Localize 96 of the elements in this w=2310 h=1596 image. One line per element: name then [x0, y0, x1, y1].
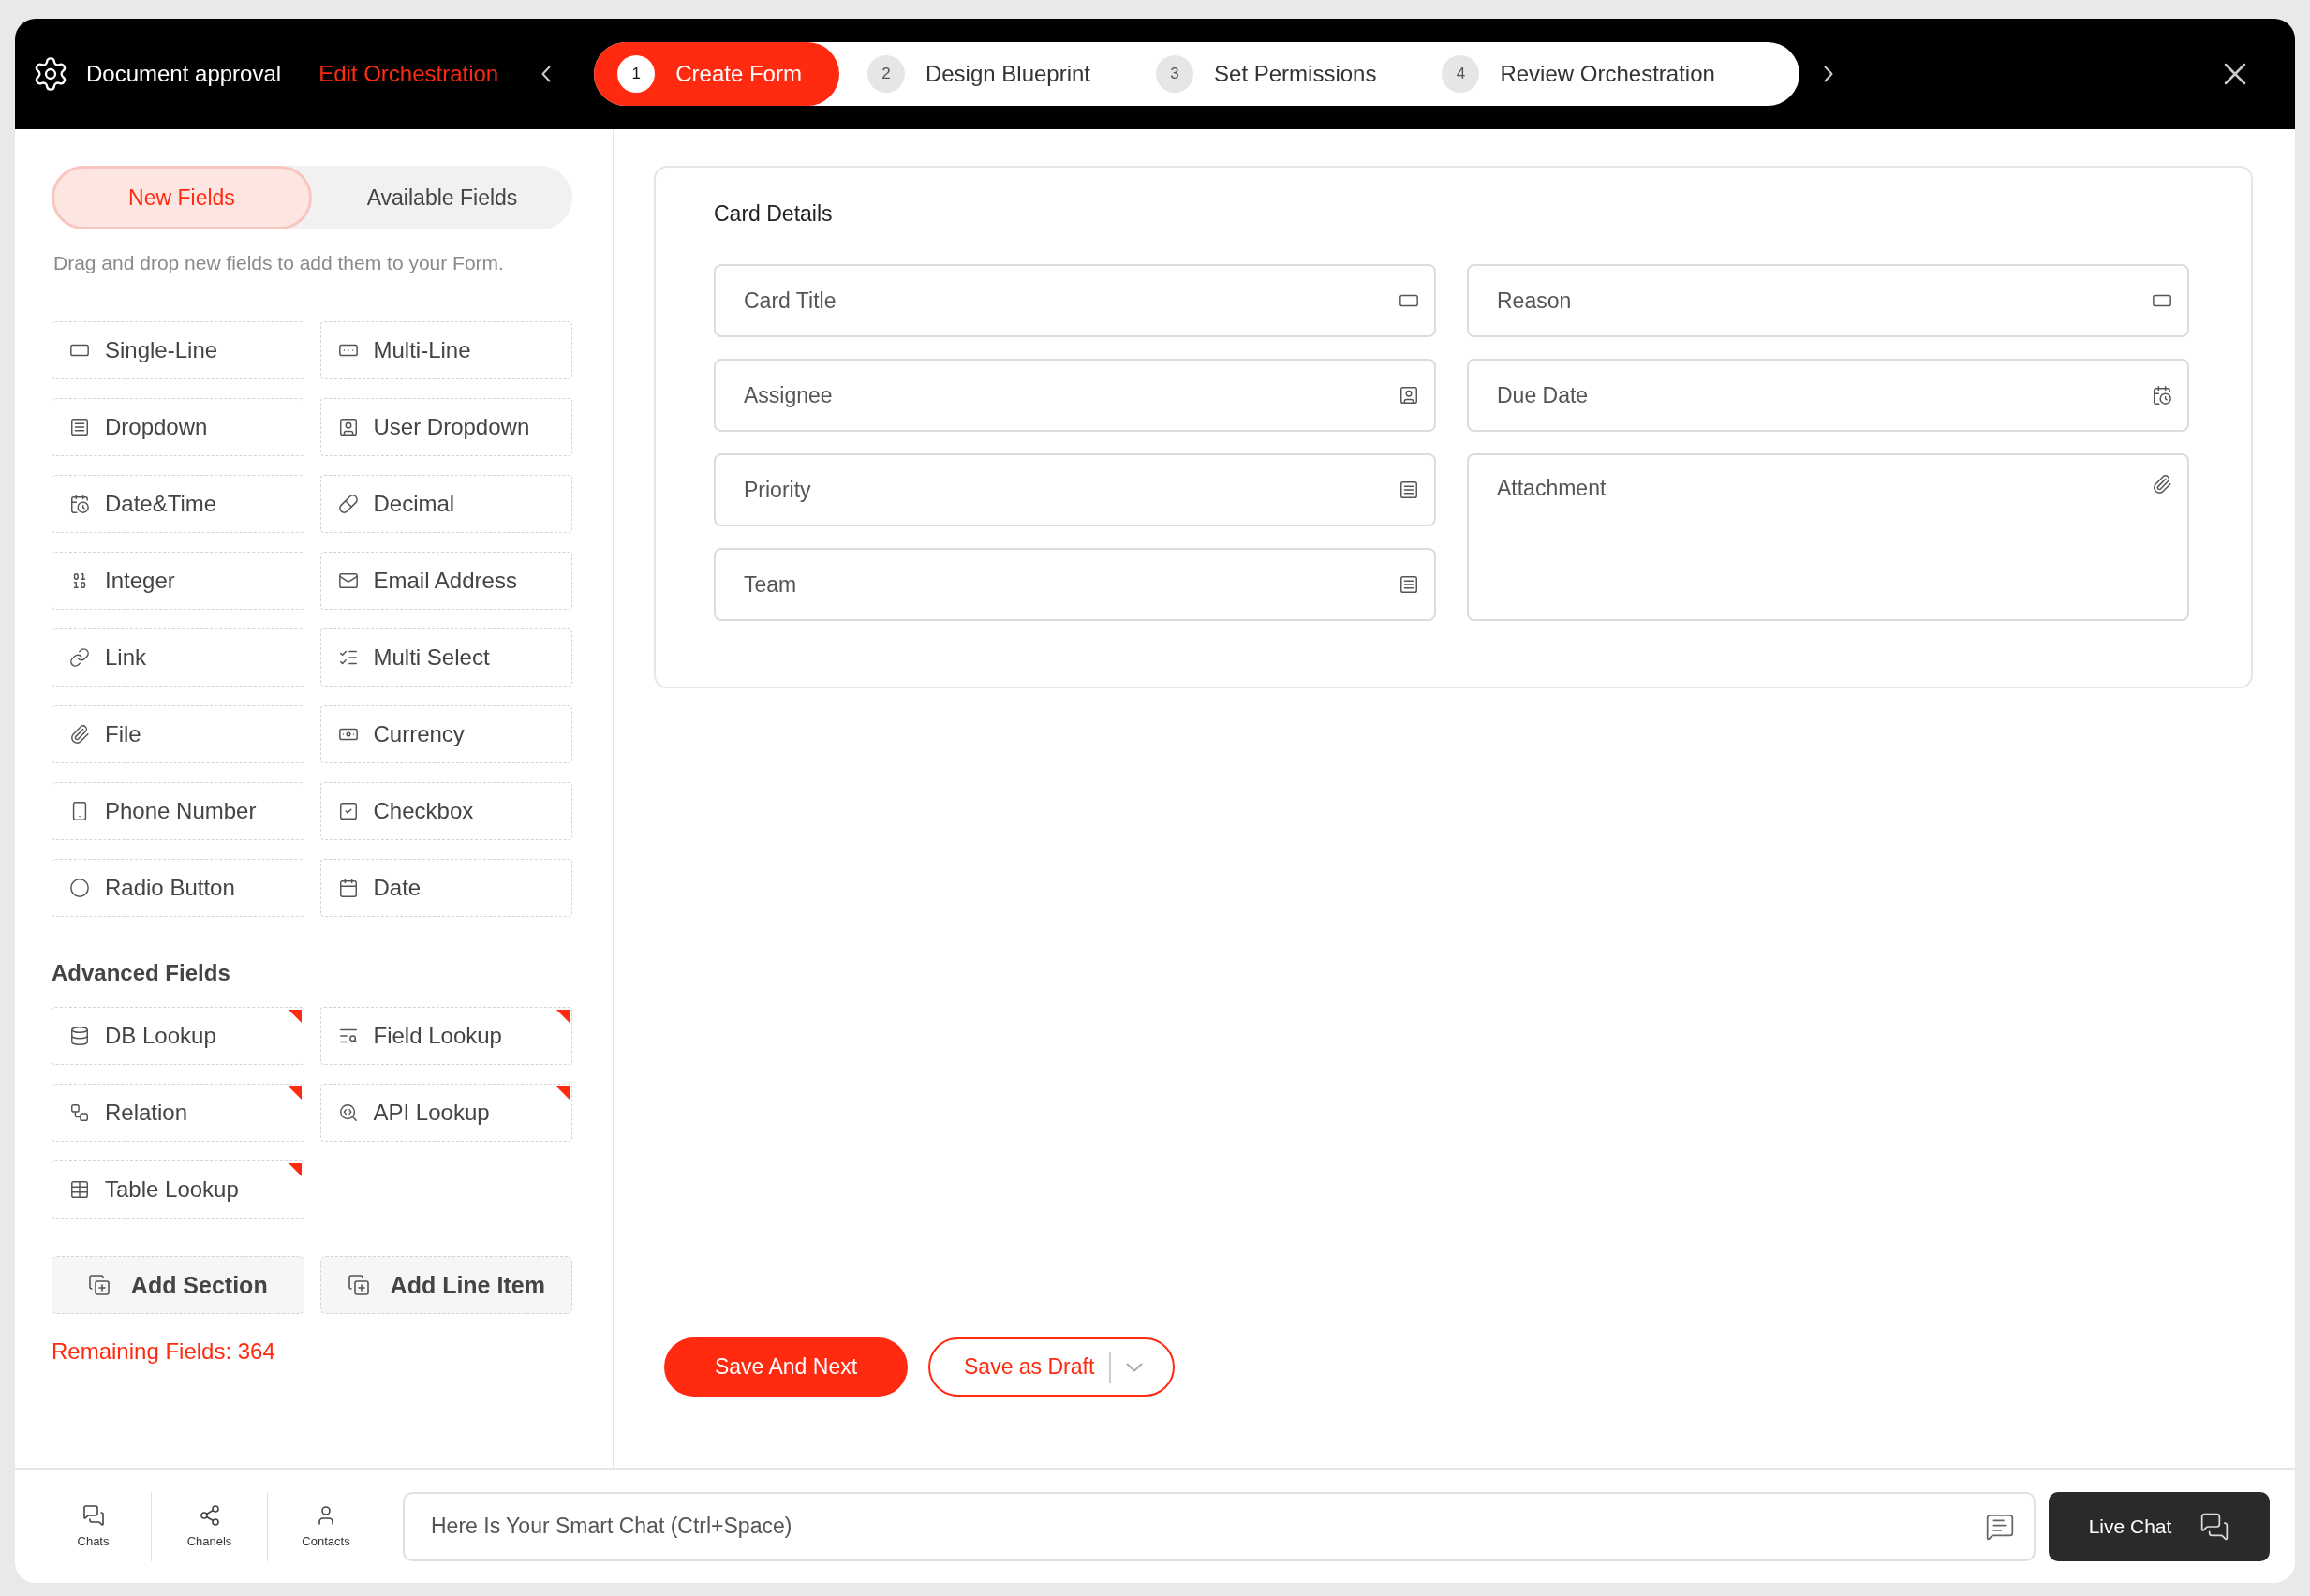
dropdown-list-icon	[1399, 574, 1419, 595]
remaining-fields-text: Remaining Fields: 364	[52, 1338, 276, 1365]
share-nodes-icon	[198, 1504, 221, 1527]
step-tab[interactable]: 2 Design Blueprint	[866, 42, 1129, 106]
user-card-icon	[1399, 385, 1419, 406]
add-button[interactable]: Add Section	[52, 1256, 304, 1314]
field-type-item[interactable]: Field Lookup	[319, 1007, 572, 1065]
field-type-item[interactable]: Table Lookup	[52, 1160, 304, 1219]
field-type-label: Date	[373, 875, 422, 901]
checkbox-icon	[337, 801, 359, 821]
field-type-item[interactable]: DB Lookup	[52, 1007, 304, 1065]
field-type-label: Table Lookup	[105, 1176, 239, 1203]
field-type-label: DB Lookup	[105, 1023, 216, 1049]
live-chat-button[interactable]: Live Chat	[2049, 1491, 2270, 1561]
field-type-item[interactable]: File	[52, 705, 304, 763]
edit-orchestration-link[interactable]: Edit Orchestration	[318, 61, 499, 87]
field-type-label: API Lookup	[373, 1100, 490, 1126]
field-type-label: User Dropdown	[373, 414, 530, 440]
field-type-label: Decimal	[373, 491, 455, 517]
calendar-clock-icon	[69, 494, 90, 514]
calendar-clock-icon	[2152, 385, 2172, 406]
database-icon	[69, 1026, 90, 1046]
save-as-draft-button[interactable]: Save as Draft	[928, 1337, 1175, 1396]
section-heading: Advanced Fields	[52, 960, 231, 986]
field-type-item[interactable]: Integer	[52, 552, 304, 610]
field-type-label: Relation	[105, 1100, 188, 1126]
add-copy-icon	[87, 1274, 111, 1296]
dropdown-list-icon	[69, 417, 90, 437]
envelope-icon	[337, 570, 359, 591]
field-type-label: Integer	[105, 568, 175, 594]
form-field[interactable]: Team	[714, 548, 1436, 621]
field-type-item[interactable]: Dropdown	[52, 398, 304, 456]
calendar-icon	[337, 878, 359, 898]
user-card-icon	[337, 417, 359, 437]
radio-circle-icon	[69, 878, 90, 898]
field-type-label: Currency	[373, 721, 465, 747]
smart-chat-field[interactable]: Here Is Your Smart Chat (Ctrl+Space)	[403, 1491, 2036, 1561]
chevron-right-icon	[1823, 66, 1833, 82]
field-type-item[interactable]: Multi-Line	[319, 321, 572, 379]
field-type-item[interactable]: Relation	[52, 1084, 304, 1142]
step-tab[interactable]: 4 Review Orchestration	[1442, 42, 1753, 106]
field-type-item[interactable]: Single-Line	[52, 321, 304, 379]
field-type-label: Radio Button	[105, 875, 235, 901]
chat-bubbles-icon	[2199, 1511, 2230, 1542]
add-button[interactable]: Add Line Item	[319, 1256, 572, 1314]
field-type-label: Multi Select	[373, 644, 490, 671]
capsule-icon	[337, 494, 359, 514]
field-type-item[interactable]: Email Address	[319, 552, 572, 610]
field-type-item[interactable]: Date&Time	[52, 475, 304, 533]
field-type-item[interactable]: Currency	[319, 705, 572, 763]
dropdown-list-icon	[1399, 480, 1419, 500]
field-type-label: Link	[105, 644, 147, 671]
field-type-item[interactable]: Checkbox	[319, 782, 572, 840]
table-icon	[69, 1179, 90, 1200]
field-type-label: File	[105, 721, 141, 747]
field-type-label: Date&Time	[105, 491, 217, 517]
form-field[interactable]: Priority	[714, 453, 1436, 526]
field-type-label: Email Address	[373, 568, 517, 594]
field-type-label: Single-Line	[105, 337, 218, 363]
relation-icon	[69, 1102, 90, 1123]
form-field[interactable]: Attachment	[1467, 453, 2189, 621]
link-icon	[69, 647, 90, 668]
bottom-nav-item[interactable]: Chanels	[152, 1491, 268, 1561]
card-title: Card Details	[714, 201, 834, 227]
field-type-item[interactable]: Radio Button	[52, 859, 304, 917]
form-field[interactable]: Assignee	[714, 359, 1436, 432]
field-type-item[interactable]: Link	[52, 628, 304, 687]
fields-tab[interactable]: Available Fields	[312, 166, 572, 229]
caret-icon	[1126, 1362, 1144, 1372]
step-tab[interactable]: 1 Create Form	[594, 42, 839, 106]
step-tab[interactable]: 3 Set Permissions	[1156, 42, 1414, 106]
bottom-nav-item[interactable]: Chats	[36, 1491, 152, 1561]
code-search-icon	[337, 1102, 359, 1123]
field-type-label: Checkbox	[373, 798, 474, 824]
field-type-label: Field Lookup	[373, 1023, 502, 1049]
save-and-next-button[interactable]: Save And Next	[664, 1337, 908, 1396]
hint-text: Drag and drop new fields to add them to your Form.	[53, 252, 505, 274]
paperclip-icon	[2152, 474, 2172, 495]
app-title: Document approval	[86, 61, 282, 87]
add-copy-icon	[347, 1274, 370, 1296]
form-field[interactable]: Card Title	[714, 264, 1436, 337]
field-type-item[interactable]: Multi Select	[319, 628, 572, 687]
chat-bubbles-icon	[81, 1504, 105, 1527]
form-field[interactable]: Reason	[1467, 264, 2189, 337]
form-field[interactable]: Due Date	[1467, 359, 2189, 432]
field-type-label: Dropdown	[105, 414, 208, 440]
field-type-item[interactable]: Decimal	[319, 475, 572, 533]
field-type-label: Phone Number	[105, 798, 257, 824]
field-type-item[interactable]: Date	[319, 859, 572, 917]
field-type-label: Multi-Line	[373, 337, 471, 363]
field-type-item[interactable]: Phone Number	[52, 782, 304, 840]
field-type-item[interactable]: User Dropdown	[319, 398, 572, 456]
field-type-item[interactable]: API Lookup	[319, 1084, 572, 1142]
chevron-left-icon	[541, 66, 552, 82]
bottom-nav-item[interactable]: Contacts	[268, 1491, 384, 1561]
paperclip-icon	[69, 724, 90, 745]
